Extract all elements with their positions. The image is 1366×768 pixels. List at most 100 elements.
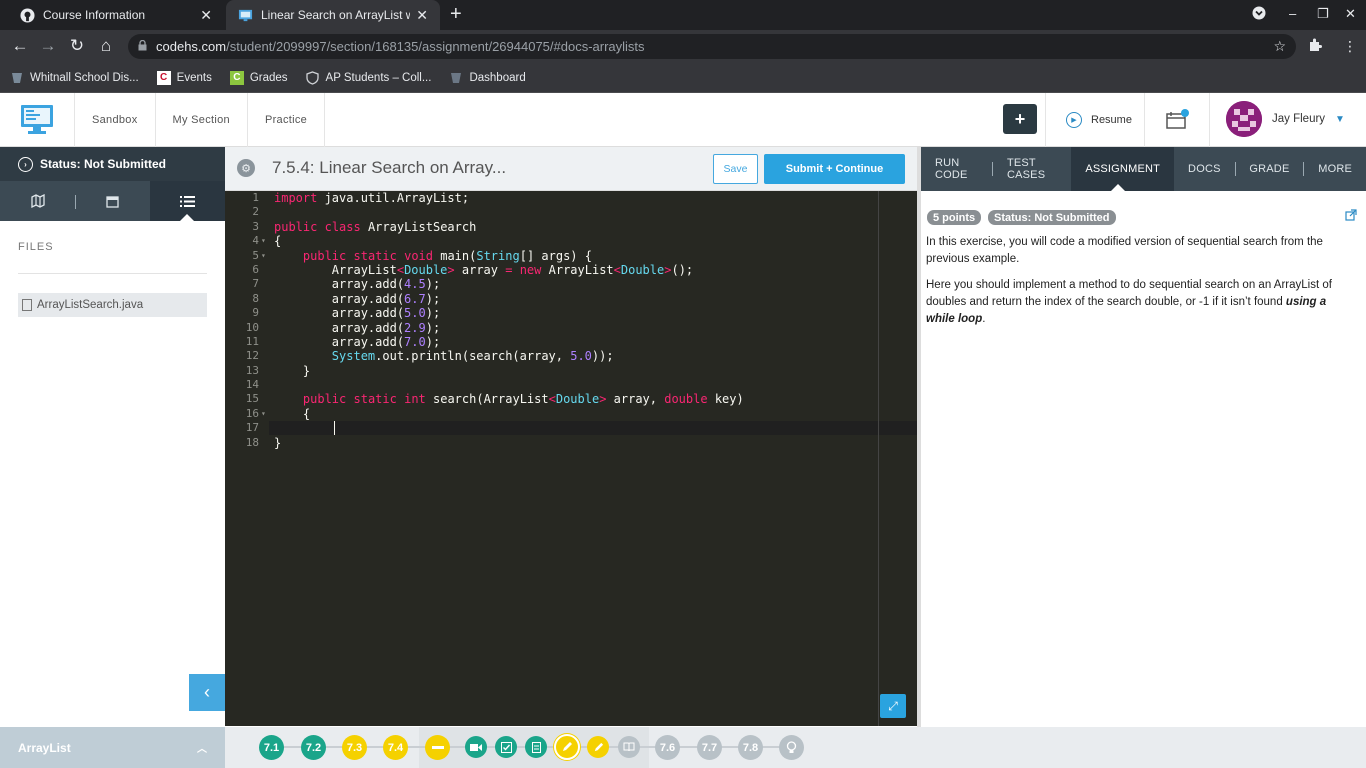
sidebar-tab-files[interactable]: [150, 181, 225, 221]
assignment-instructions: Here you should implement a method to do…: [926, 279, 1332, 325]
tab-docs[interactable]: DOCS: [1174, 147, 1235, 191]
bookmark-dashboard[interactable]: Dashboard: [449, 71, 526, 85]
right-panel-tabs: RUN CODE TEST CASES ASSIGNMENT DOCS GRAD…: [921, 147, 1366, 191]
sidebar-tab-calendar[interactable]: [75, 181, 150, 221]
extensions-icon[interactable]: [1308, 38, 1322, 55]
browser-menu-icon[interactable]: ⋮: [1343, 38, 1357, 55]
code-editor[interactable]: 1 import java.util.ArrayList; 2 3 public c…: [225, 191, 917, 726]
gear-icon[interactable]: ⚙: [237, 159, 255, 177]
reload-icon[interactable]: ↻: [66, 36, 88, 56]
video-icon[interactable]: [465, 736, 487, 758]
unit-selector[interactable]: ArrayList ︿: [0, 727, 225, 768]
window-close-icon[interactable]: ✕: [1345, 6, 1356, 22]
lesson-7-2[interactable]: 7.2: [301, 735, 326, 760]
pencil-icon[interactable]: [587, 736, 609, 758]
code-line: 14: [245, 378, 259, 392]
submit-continue-button[interactable]: Submit + Continue: [764, 154, 905, 184]
browser-tab-linear-search[interactable]: Linear Search on ArrayList with W ✕: [226, 0, 440, 30]
bookmark-events[interactable]: C Events: [156, 70, 212, 85]
resume-button[interactable]: ▶ Resume: [1045, 93, 1145, 147]
notifications-calendar-button[interactable]: [1145, 93, 1210, 147]
new-tab-icon[interactable]: +: [450, 3, 462, 26]
lesson-7-6[interactable]: 7.6: [655, 735, 680, 760]
assignment-title: 7.5.4: Linear Search on Array...: [272, 158, 507, 177]
create-plus-button[interactable]: +: [1003, 104, 1037, 134]
bookmark-star-icon[interactable]: ☆: [1273, 38, 1286, 55]
tab-grade[interactable]: GRADE: [1235, 147, 1303, 191]
bookmark-grades[interactable]: C Grades: [229, 70, 288, 85]
file-arraylistsearch[interactable]: ArrayListSearch.java: [18, 293, 207, 317]
lesson-7-1[interactable]: 7.1: [259, 735, 284, 760]
minimize-icon[interactable]: –: [1289, 6, 1296, 21]
expand-icon[interactable]: ⤢: [880, 694, 906, 718]
browser-tab-title: Course Information: [43, 8, 146, 22]
sidebar-tabs: [0, 181, 225, 221]
nav-sandbox[interactable]: Sandbox: [75, 93, 156, 147]
tab-more[interactable]: MORE: [1304, 147, 1366, 191]
status-badge: Status: Not Submitted: [988, 210, 1116, 225]
calendar-notification-icon: [1166, 109, 1189, 129]
collapse-sidebar-button[interactable]: ‹: [189, 674, 225, 711]
code-line: 13 }: [245, 363, 311, 378]
forward-icon[interactable]: →: [37, 36, 59, 56]
user-menu[interactable]: Jay Fleury ▼: [1226, 101, 1345, 137]
document-icon[interactable]: [525, 736, 547, 758]
code-line: 12 System.out.println(search(array, 5.0)…: [245, 349, 614, 364]
map-icon: [30, 194, 45, 208]
bookmark-label: Grades: [249, 71, 288, 84]
code-line: 11 array.add(7.0);: [245, 334, 441, 349]
file-icon: [22, 299, 32, 311]
editor-header: ⚙ 7.5.4: Linear Search on Array... Save …: [225, 147, 917, 191]
home-icon[interactable]: ⌂: [95, 36, 117, 56]
play-circle-icon: ▶: [1066, 112, 1082, 128]
chevron-left-icon: ‹: [204, 682, 210, 702]
bookmark-whitnall[interactable]: Whitnall School Dis...: [10, 71, 139, 85]
code-line: 6 ArrayList<Double> array = new ArrayLis…: [252, 262, 694, 277]
nav-my-section[interactable]: My Section: [156, 93, 248, 147]
tab-test-cases[interactable]: TEST CASES: [993, 147, 1071, 191]
browser-tab-title: Linear Search on ArrayList with W: [261, 8, 411, 22]
code-line: 2: [252, 205, 259, 219]
status-text: Status: Not Submitted: [40, 157, 166, 171]
lightbulb-icon[interactable]: [779, 735, 804, 760]
lesson-7-4[interactable]: 7.4: [383, 735, 408, 760]
browser-tab-course-information[interactable]: Course Information ✕: [8, 0, 224, 30]
address-bar[interactable]: codehs.com/student/2099997/section/16813…: [128, 34, 1296, 59]
tab-assignment[interactable]: ASSIGNMENT: [1071, 147, 1175, 191]
restore-icon[interactable]: ❐: [1317, 6, 1329, 22]
divider: [18, 273, 207, 274]
lesson-7-7[interactable]: 7.7: [697, 735, 722, 760]
external-link-icon[interactable]: [1345, 209, 1357, 224]
profile-menu-icon[interactable]: [1252, 6, 1266, 23]
save-button[interactable]: Save: [713, 154, 758, 184]
codehs-icon: [238, 8, 253, 23]
check-exercise-icon[interactable]: [495, 736, 517, 758]
bookmark-label: AP Students – Coll...: [325, 71, 432, 84]
lesson-7-5-minus-icon[interactable]: [425, 735, 450, 760]
close-icon[interactable]: ✕: [200, 7, 212, 24]
book-icon[interactable]: [618, 736, 640, 758]
status-bar: › Status: Not Submitted: [0, 147, 225, 181]
files-heading: FILES: [18, 241, 54, 253]
whitnall-logo-icon: [10, 71, 24, 85]
tab-run-code[interactable]: RUN CODE: [921, 147, 992, 191]
lesson-7-3[interactable]: 7.3: [342, 735, 367, 760]
grades-c-icon: C: [229, 70, 244, 85]
code-line: 4 ▾{: [252, 234, 282, 249]
lesson-progress-bar: 7.1 7.2 7.3 7.4 7.6 7.7 7.8: [225, 727, 1366, 768]
current-exercise-pencil-icon[interactable]: [554, 734, 580, 760]
close-icon[interactable]: ✕: [416, 7, 428, 24]
back-icon[interactable]: ←: [9, 36, 31, 56]
codehs-logo[interactable]: [0, 93, 75, 147]
nav-practice[interactable]: Practice: [248, 93, 326, 147]
lesson-7-8[interactable]: 7.8: [738, 735, 763, 760]
lock-icon: [138, 39, 148, 54]
text-cursor: [334, 421, 335, 435]
sidebar-tab-map[interactable]: [0, 181, 75, 221]
browser-toolbar: ← → ↻ ⌂ codehs.com/student/2099997/secti…: [0, 30, 1366, 63]
resume-label: Resume: [1091, 114, 1132, 126]
canvas-c-icon: C: [156, 70, 171, 85]
shield-icon: [306, 70, 320, 85]
bookmark-ap-students[interactable]: AP Students – Coll...: [306, 70, 432, 85]
code-line: 17: [245, 421, 259, 435]
